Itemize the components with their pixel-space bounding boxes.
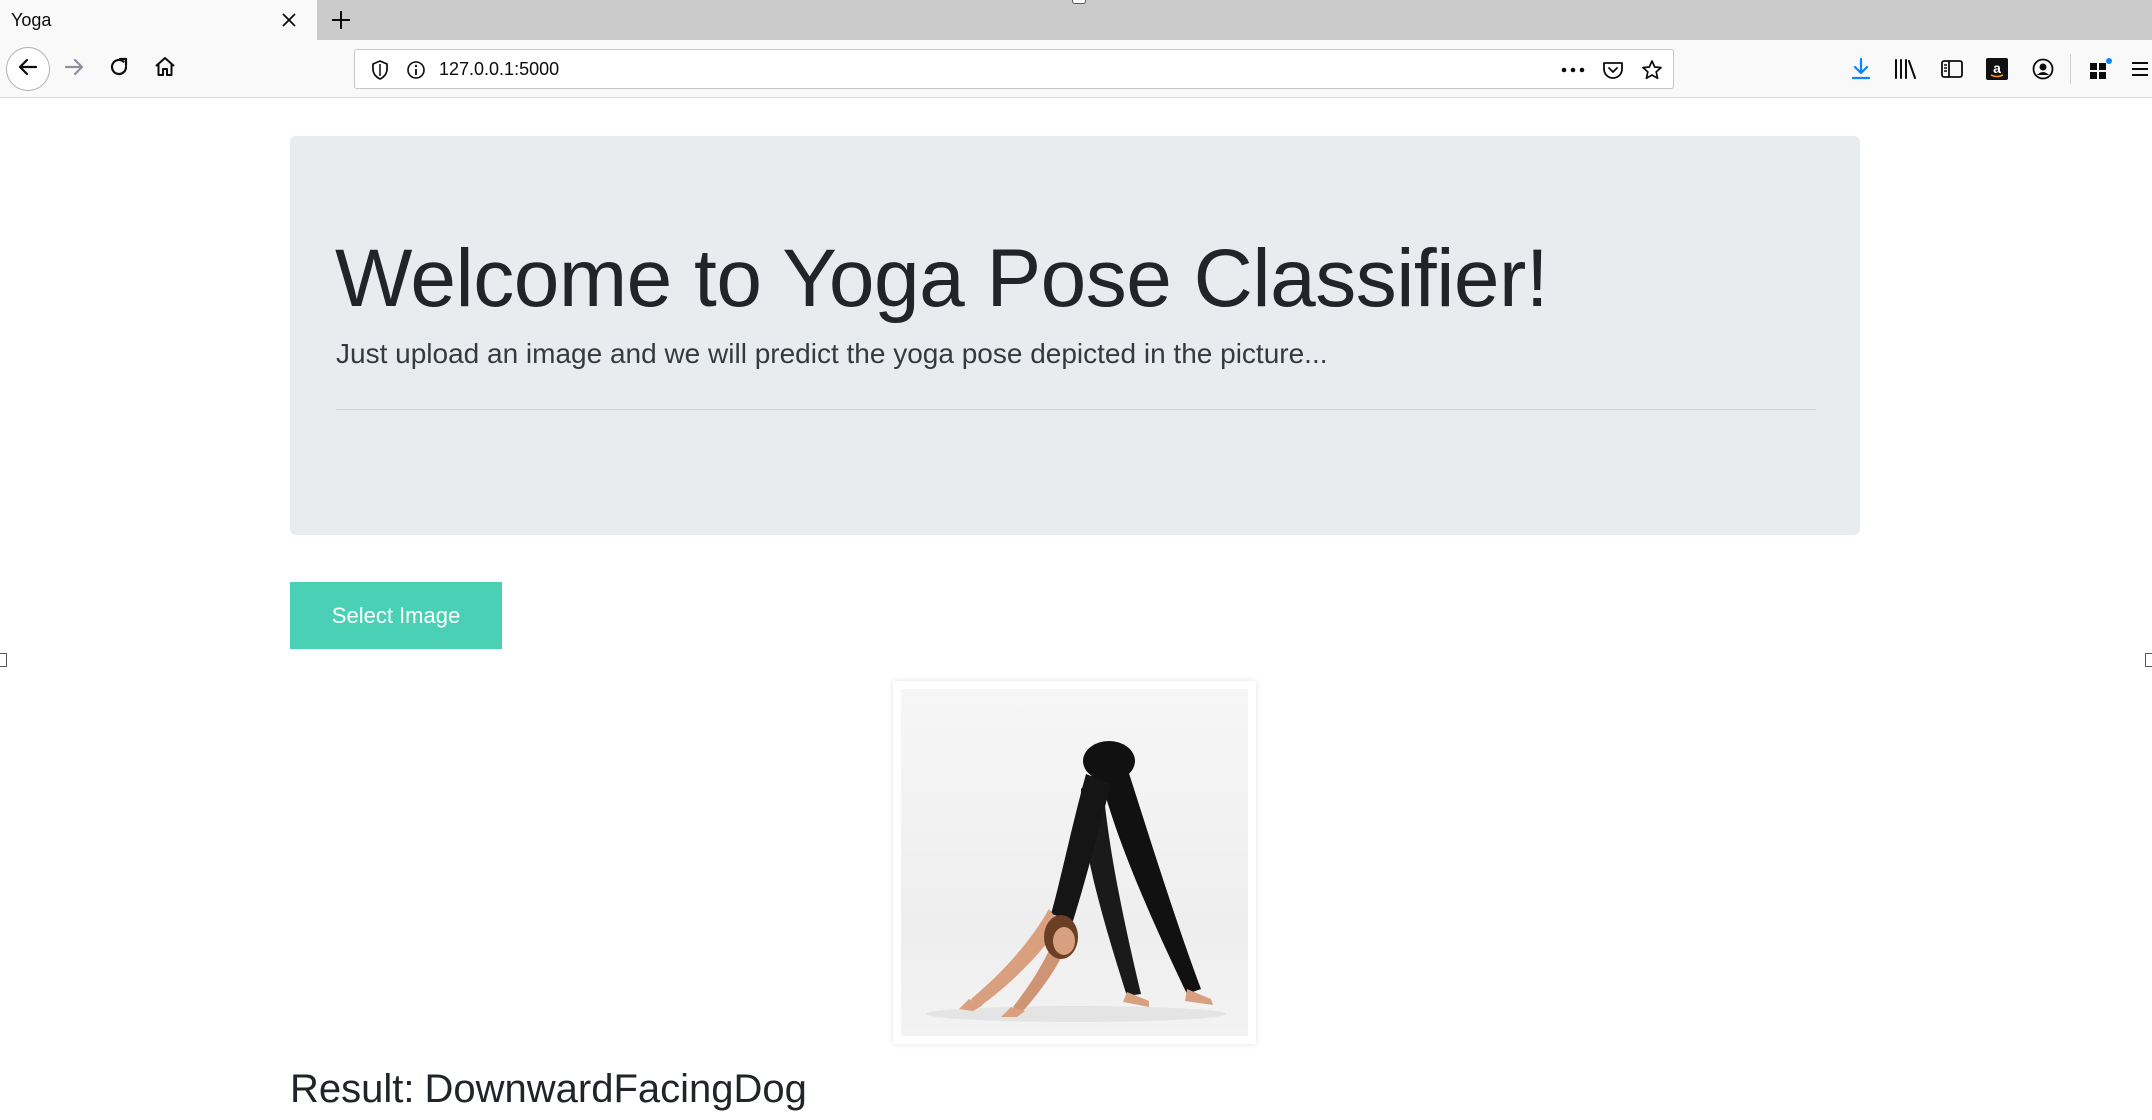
jumbotron: Welcome to Yoga Pose Classifier! Just up…	[290, 136, 1860, 535]
shield-icon[interactable]	[367, 57, 393, 83]
download-icon[interactable]	[1844, 52, 1878, 86]
resize-handle-left	[0, 653, 7, 667]
plus-icon[interactable]	[324, 4, 358, 36]
info-icon[interactable]	[403, 57, 429, 83]
sidebar-icon[interactable]	[1935, 52, 1969, 86]
yoga-pose-image	[901, 689, 1248, 1036]
result-text: Result: DownwardFacingDog	[290, 1067, 807, 1112]
page-content: Welcome to Yoga Pose Classifier! Just up…	[0, 99, 2152, 1120]
more-dots-icon[interactable]	[1560, 57, 1586, 83]
forward-button[interactable]	[52, 47, 96, 91]
resize-handle-right	[2145, 653, 2152, 667]
pocket-icon[interactable]	[1600, 57, 1626, 83]
toolbar-separator	[2070, 54, 2071, 84]
result-value: DownwardFacingDog	[424, 1067, 807, 1111]
reload-icon	[107, 55, 131, 84]
library-icon[interactable]	[1889, 52, 1923, 86]
result-label: Result:	[290, 1067, 415, 1111]
home-icon	[153, 55, 177, 84]
menu-icon[interactable]	[2128, 52, 2152, 86]
back-arrow-icon	[16, 55, 40, 84]
url-bar[interactable]: 127.0.0.1:5000	[354, 49, 1674, 89]
account-icon[interactable]	[2026, 52, 2060, 86]
drag-handle	[1072, 0, 1086, 4]
amazon-icon[interactable]: a	[1980, 52, 2014, 86]
tab-title: Yoga	[11, 9, 52, 30]
home-button[interactable]	[143, 47, 187, 91]
reload-button[interactable]	[97, 47, 141, 91]
star-icon[interactable]	[1639, 57, 1665, 83]
forward-arrow-icon	[62, 55, 86, 84]
url-text[interactable]: 127.0.0.1:5000	[439, 50, 559, 88]
navigation-toolbar: 127.0.0.1:5000 a	[0, 40, 2152, 98]
select-image-button[interactable]: Select Image	[290, 582, 502, 649]
close-icon[interactable]	[275, 6, 303, 34]
svg-text:a: a	[1993, 60, 2001, 76]
back-button[interactable]	[6, 47, 50, 91]
extensions-icon[interactable]	[2084, 52, 2118, 86]
image-preview	[893, 681, 1256, 1044]
tab-strip: Yoga	[0, 0, 2152, 40]
page-title: Welcome to Yoga Pose Classifier!	[335, 233, 1549, 324]
lead-text: Just upload an image and we will predict…	[336, 338, 1328, 369]
divider	[336, 409, 1816, 410]
tab-yoga[interactable]: Yoga	[0, 0, 317, 40]
